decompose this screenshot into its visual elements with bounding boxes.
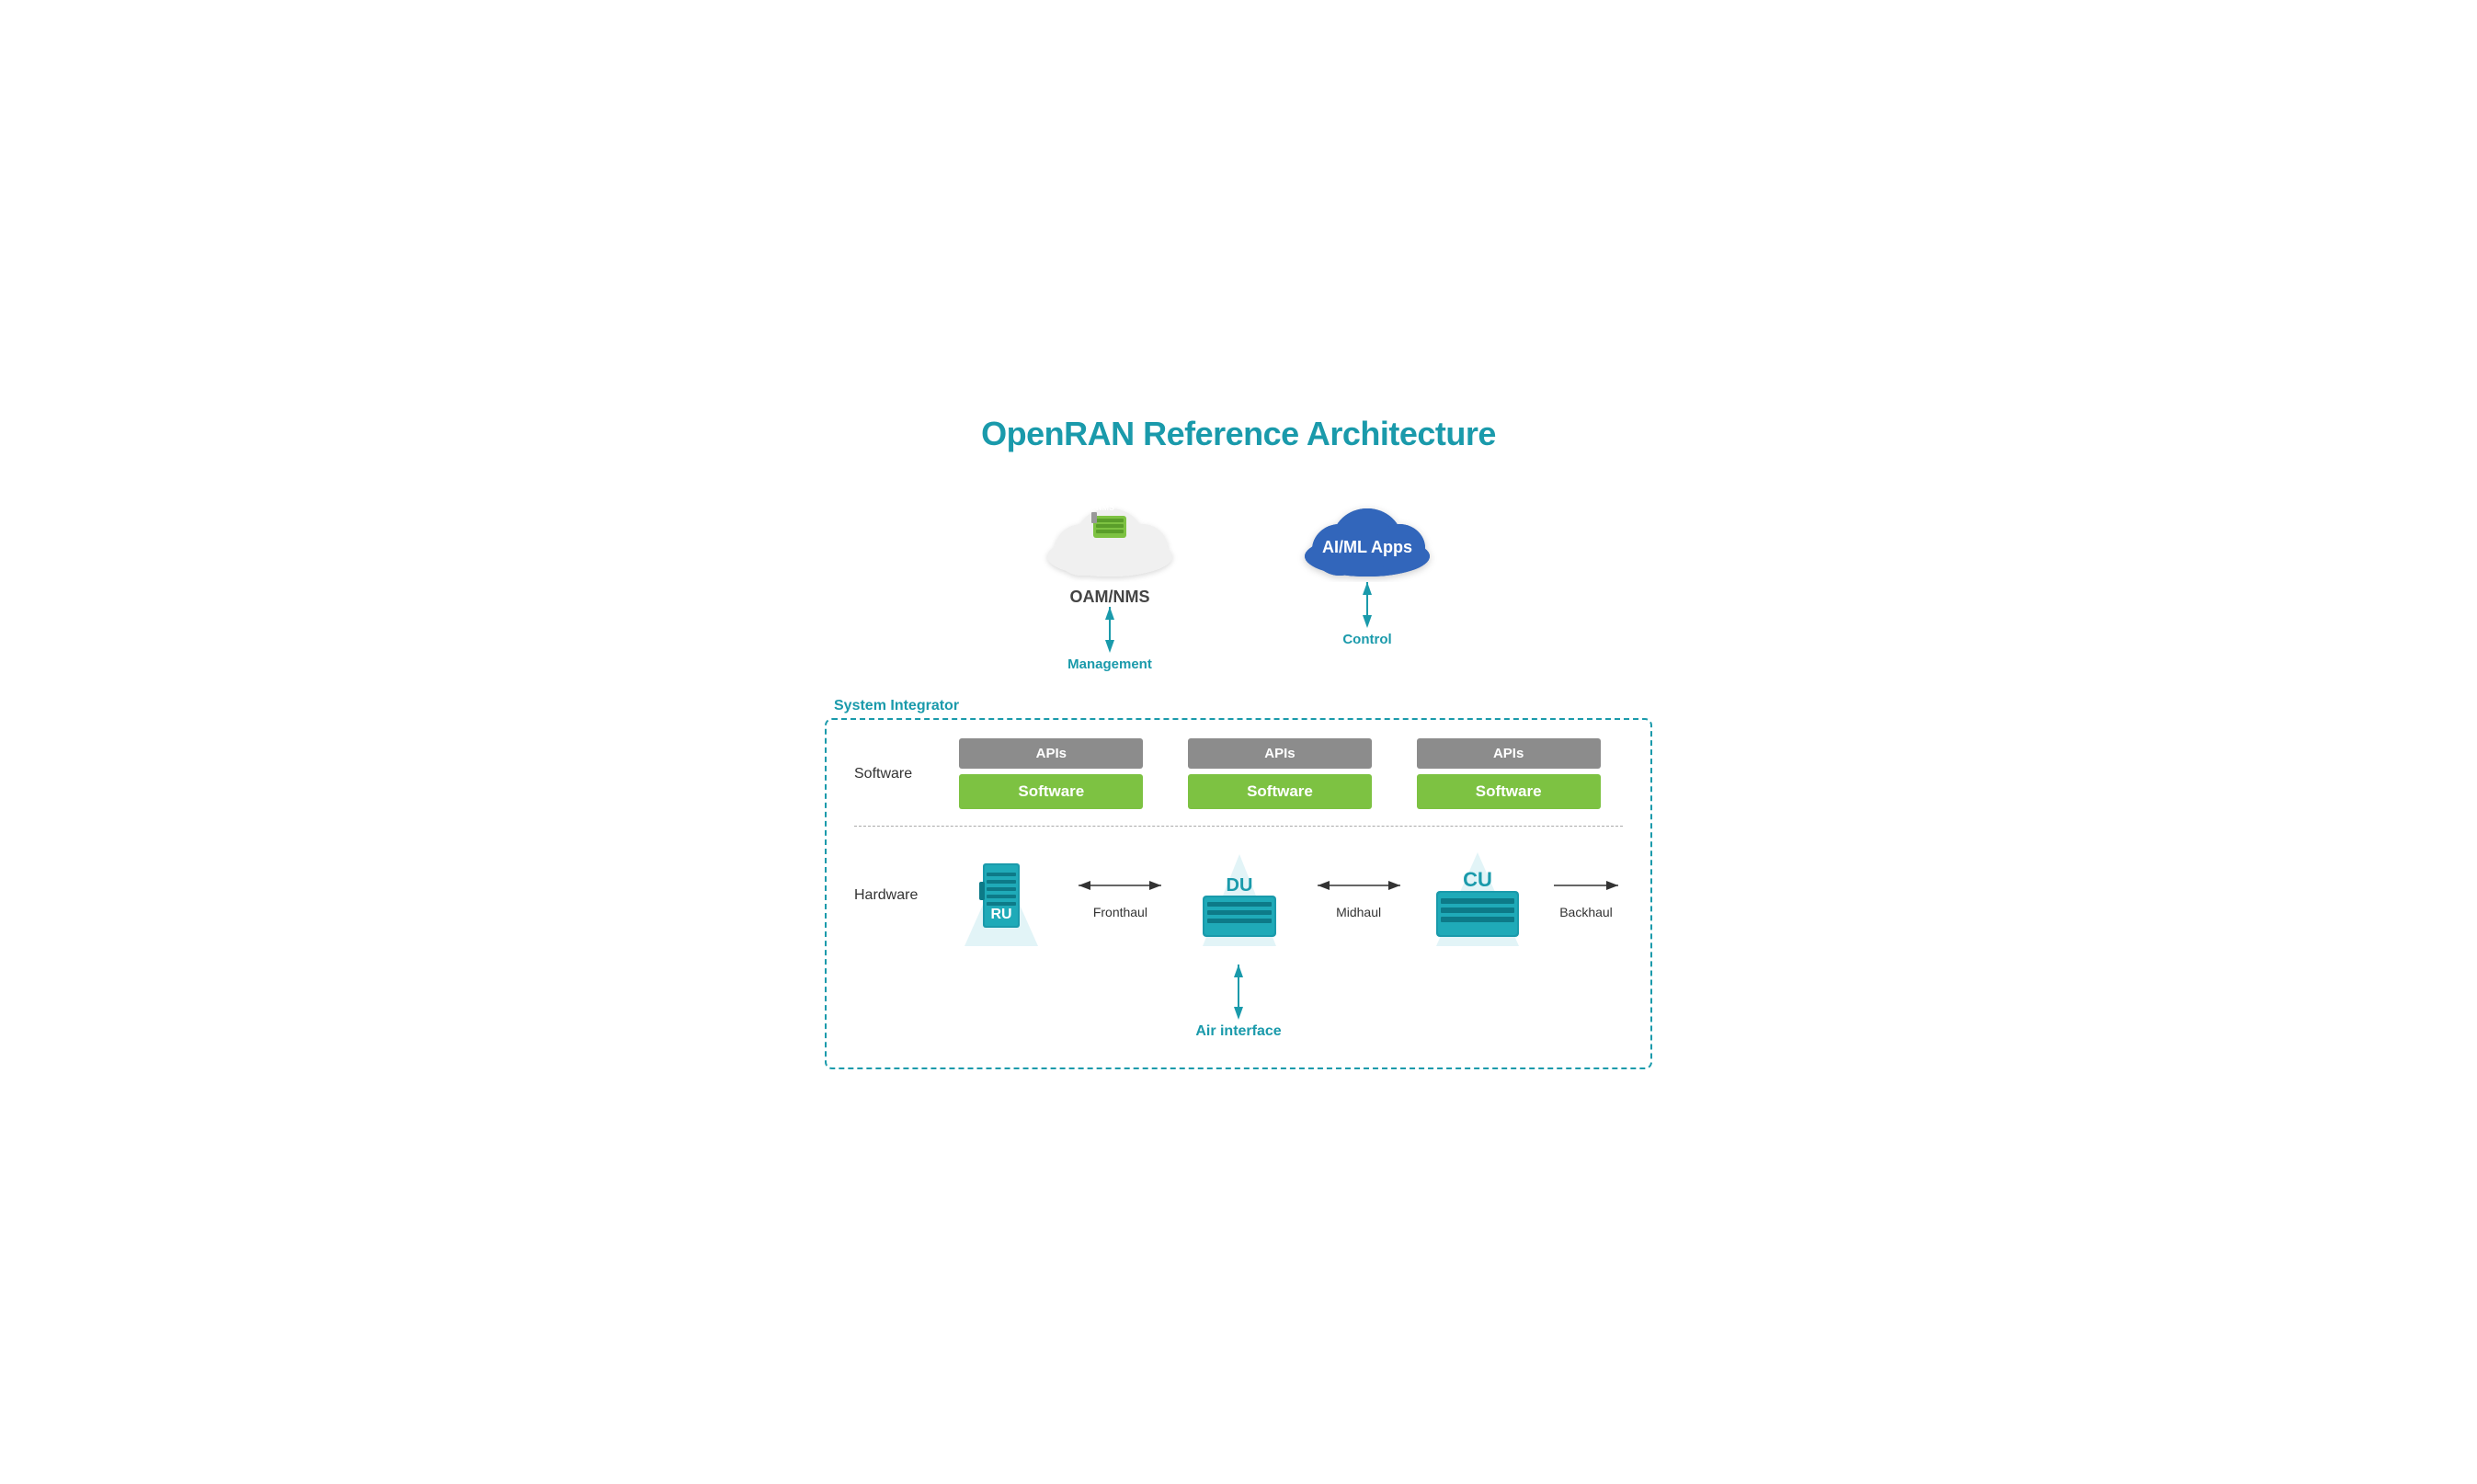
fronthaul-connection: Fronthaul — [1074, 872, 1166, 919]
oam-label: OAM/NMS — [1070, 588, 1150, 607]
cu-icon: CU — [1422, 845, 1533, 946]
midhaul-arrow — [1313, 872, 1405, 899]
control-label: Control — [1342, 632, 1391, 647]
hardware-row-label: Hardware — [854, 887, 937, 904]
software-bar-cu: Software — [1417, 774, 1601, 809]
device-ru: RU — [946, 845, 1056, 946]
air-interface-section: Air interface — [854, 965, 1623, 1040]
midhaul-connection: Midhaul — [1313, 872, 1405, 919]
backhaul-arrow — [1549, 872, 1623, 899]
backhaul-section: Backhaul — [1549, 872, 1623, 919]
aiml-cloud: AI/ML Apps — [1294, 490, 1441, 582]
svg-text:AI/ML Apps: AI/ML Apps — [1322, 538, 1412, 556]
svg-text:RU: RU — [990, 907, 1011, 922]
main-title: OpenRAN Reference Architecture — [825, 415, 1652, 453]
svg-text:CU: CU — [1463, 868, 1492, 891]
software-bar-du: Software — [1188, 774, 1372, 809]
midhaul-label: Midhaul — [1336, 905, 1381, 919]
fronthaul-arrow — [1074, 872, 1166, 899]
diagram-container: OpenRAN Reference Architecture — [825, 415, 1652, 1069]
management-arrow — [1096, 607, 1124, 653]
api-bar-du: APIs — [1188, 738, 1372, 769]
svg-text:NMS: NMS — [1096, 503, 1114, 512]
software-row-label: Software — [854, 766, 937, 782]
svg-text:DU: DU — [1227, 875, 1253, 896]
ru-icon: RU — [955, 845, 1047, 946]
management-label: Management — [1067, 656, 1152, 672]
du-icon: DU — [1189, 845, 1290, 946]
aiml-cloud-block: AI/ML Apps Control — [1294, 490, 1441, 672]
software-bar-ru: Software — [959, 774, 1143, 809]
system-integrator-wrapper: System Integrator Software APIs Software… — [825, 718, 1652, 1069]
software-cards: APIs Software APIs Software APIs Softwar… — [937, 738, 1623, 809]
software-card-ru: APIs Software — [959, 738, 1143, 809]
software-card-cu: APIs Software — [1417, 738, 1601, 809]
fronthaul-label: Fronthaul — [1093, 905, 1147, 919]
top-section: NMS OAM/NMS Management — [825, 490, 1652, 681]
hardware-devices: RU Fronthaul — [937, 845, 1542, 946]
device-cu: CU — [1422, 845, 1533, 946]
oam-cloud: NMS — [1036, 490, 1183, 582]
api-bar-ru: APIs — [959, 738, 1143, 769]
control-arrow — [1353, 582, 1381, 628]
air-interface-arrow — [1225, 965, 1252, 1020]
hardware-row: Hardware — [854, 827, 1623, 946]
backhaul-label: Backhaul — [1559, 905, 1613, 919]
software-row: Software APIs Software APIs Software — [854, 738, 1623, 827]
system-integrator-box: Software APIs Software APIs Software — [825, 718, 1652, 1069]
software-card-du: APIs Software — [1188, 738, 1372, 809]
air-interface-label: Air interface — [1195, 1023, 1281, 1040]
system-integrator-label: System Integrator — [834, 698, 959, 714]
api-bar-cu: APIs — [1417, 738, 1601, 769]
device-du: DU — [1184, 845, 1295, 946]
oam-cloud-block: NMS OAM/NMS Management — [1036, 490, 1183, 672]
